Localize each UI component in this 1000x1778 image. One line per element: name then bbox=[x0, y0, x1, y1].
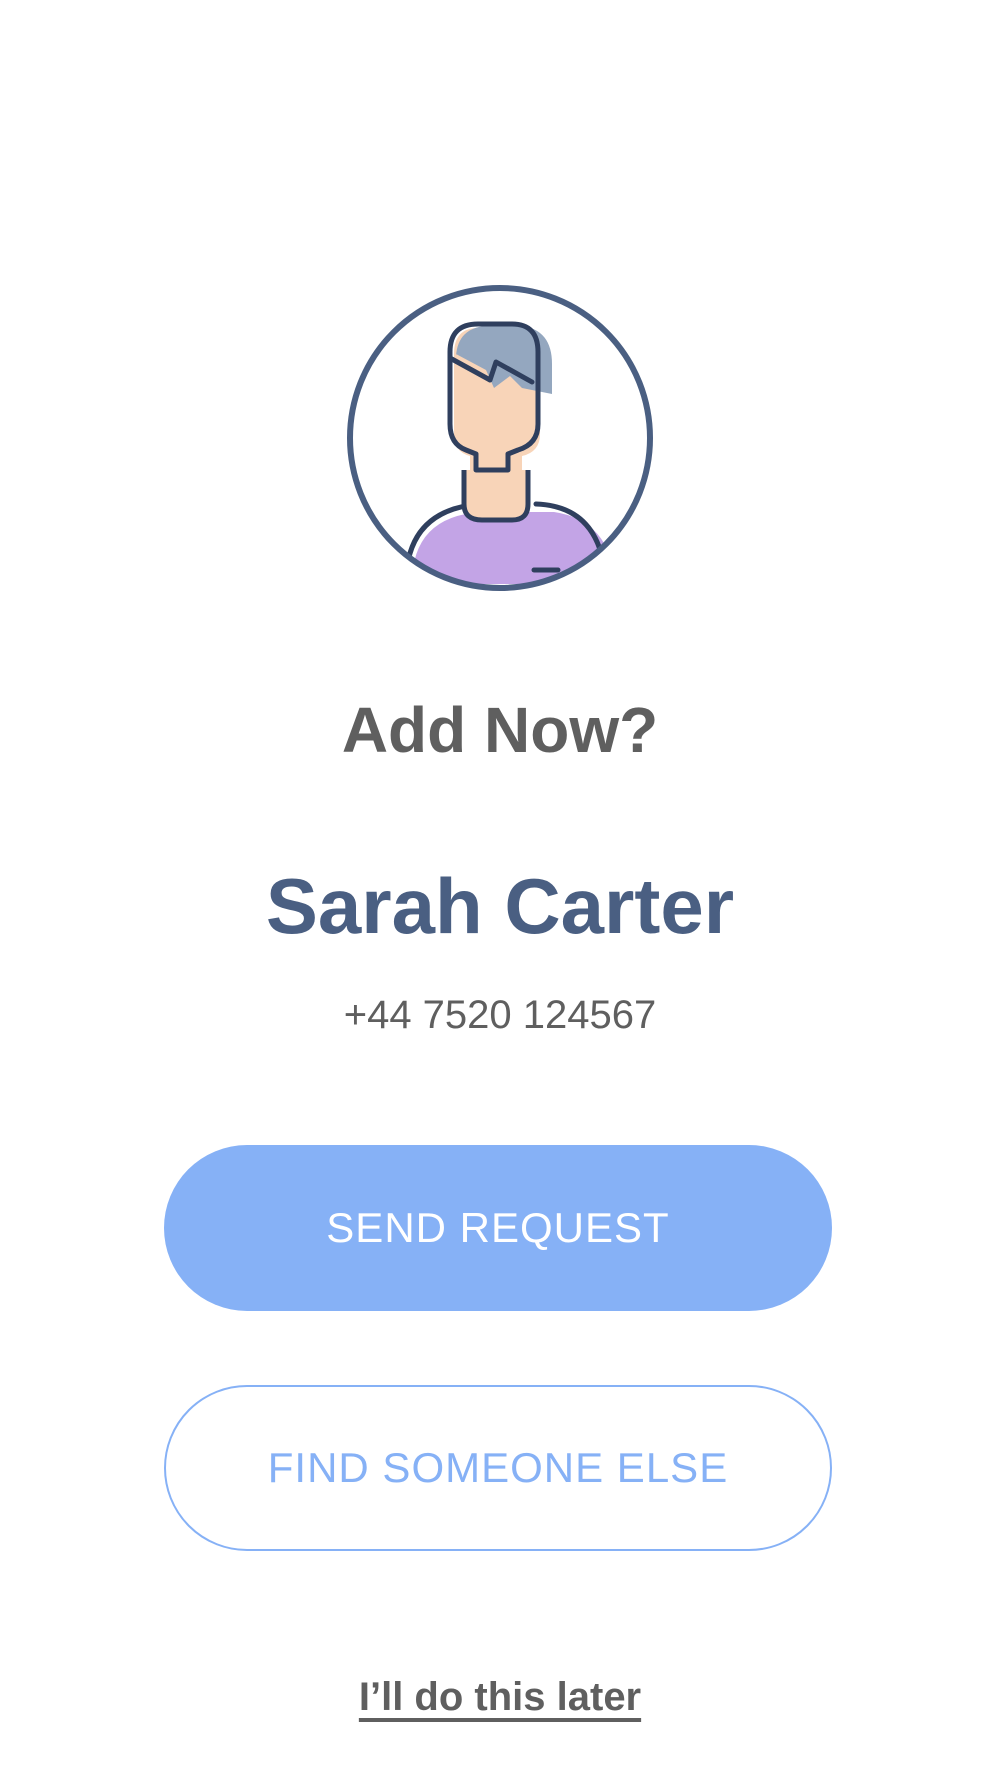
send-request-button[interactable]: SEND REQUEST bbox=[164, 1145, 832, 1311]
add-contact-screen: Add Now? Sarah Carter +44 7520 124567 SE… bbox=[0, 0, 1000, 1778]
user-avatar-icon bbox=[347, 285, 653, 591]
contact-phone-number: +44 7520 124567 bbox=[343, 993, 657, 1037]
contact-avatar bbox=[346, 284, 654, 592]
do-later-link-container: I’ll do this later bbox=[0, 1672, 1000, 1722]
send-request-label: SEND REQUEST bbox=[326, 1204, 670, 1251]
find-someone-else-button[interactable]: FIND SOMEONE ELSE bbox=[164, 1385, 832, 1551]
do-later-link[interactable]: I’ll do this later bbox=[359, 1675, 641, 1719]
add-now-title: Add Now? bbox=[341, 694, 659, 766]
find-someone-else-label: FIND SOMEONE ELSE bbox=[267, 1444, 729, 1491]
contact-name: Sarah Carter bbox=[265, 862, 735, 950]
